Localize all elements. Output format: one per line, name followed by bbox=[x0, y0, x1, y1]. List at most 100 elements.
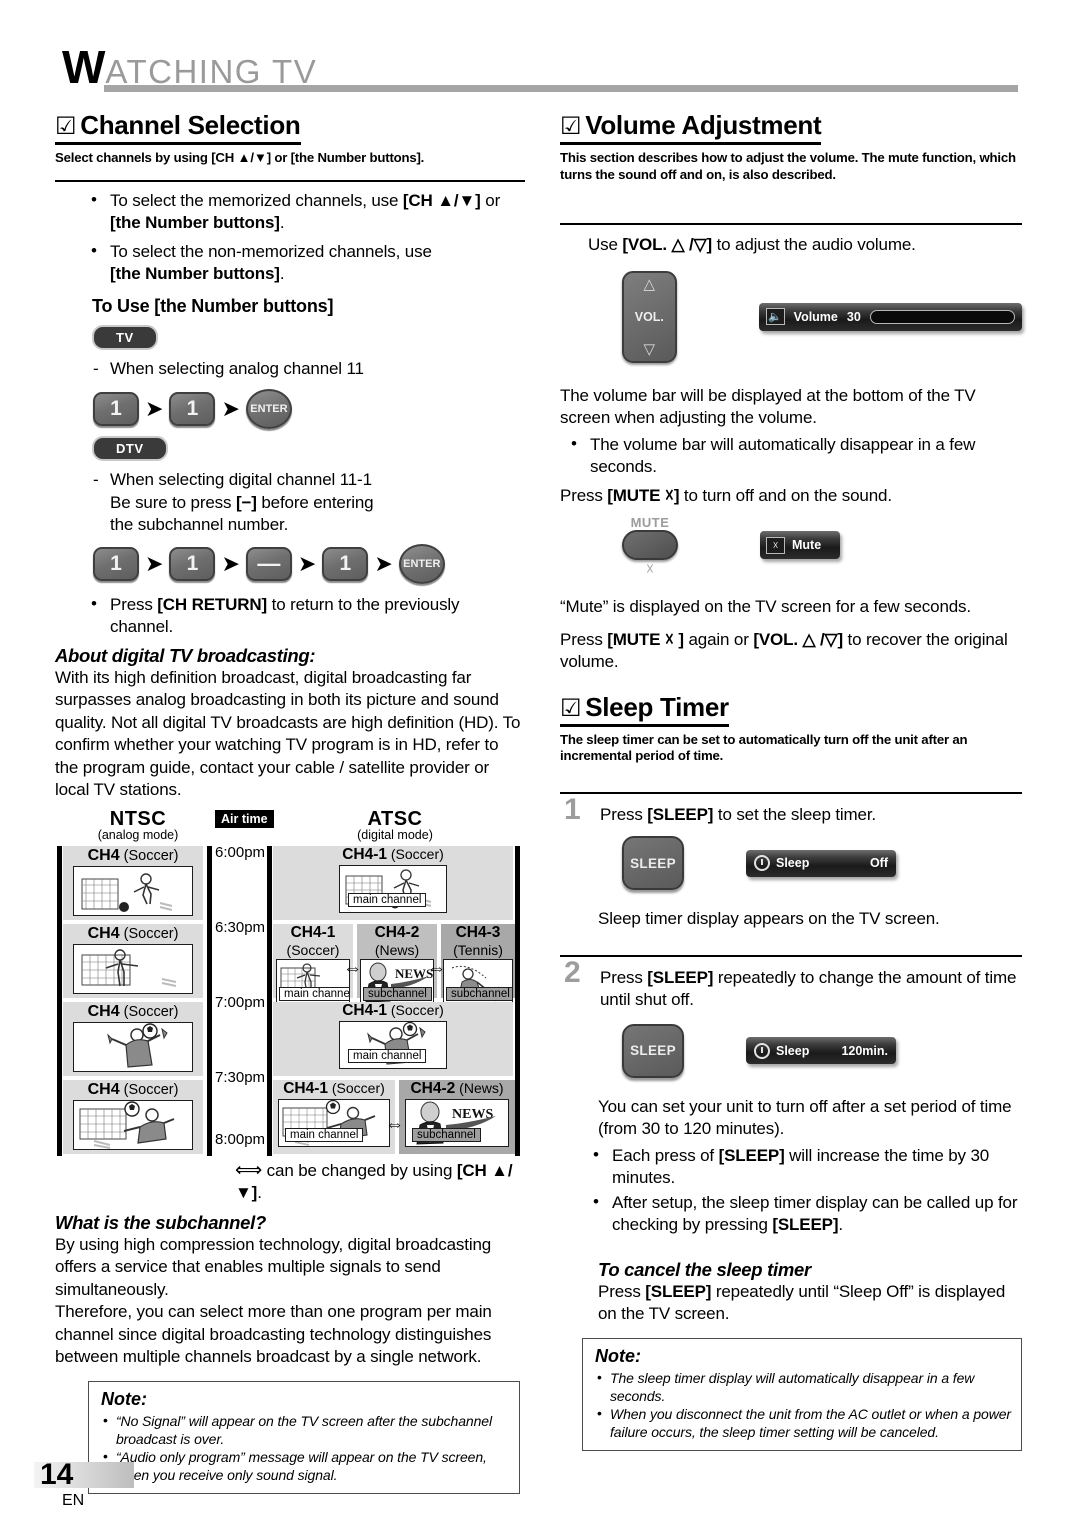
osd-sleep-value: 120min. bbox=[841, 1043, 888, 1058]
vol-rocker-key[interactable]: △ VOL. ▽ bbox=[622, 270, 677, 363]
number-key-1[interactable]: 1 bbox=[322, 546, 369, 581]
section-title-text: Channel Selection bbox=[80, 110, 301, 140]
sleep-after-1: Sleep timer display appears on the TV sc… bbox=[598, 909, 940, 928]
double-arrow-icon: ⇔ bbox=[427, 957, 446, 979]
sleep-step-2: 2 Press [SLEEP] repeatedly to change the… bbox=[564, 955, 1017, 1009]
tag-main-channel: main channel bbox=[348, 892, 427, 907]
time-label: 6:00pm bbox=[215, 843, 266, 861]
atsc-cell-caption: CH4-2 (News) bbox=[410, 1079, 504, 1097]
ntsc-cell-caption: CH4 (Soccer) bbox=[87, 1002, 179, 1020]
bullet-memorized-channels: To select the memorized channels, use [C… bbox=[88, 189, 525, 235]
clock-icon bbox=[754, 1042, 770, 1059]
soccer-illustration-icon: main channel bbox=[339, 864, 447, 913]
sleep-key[interactable]: SLEEP bbox=[622, 1023, 684, 1078]
sleep-step-1: 1 Press [SLEEP] to set the sleep timer. bbox=[564, 792, 877, 826]
osd-sleep-label: Sleep bbox=[776, 856, 810, 870]
about-digital-tv-body: With its high definition broadcast, digi… bbox=[55, 667, 521, 800]
ntsc-cell-caption: CH4 (Soccer) bbox=[87, 846, 179, 864]
osd-sleep-label: Sleep bbox=[776, 1043, 810, 1058]
diagram-ntsc-header: NTSC (analog mode) bbox=[83, 808, 193, 842]
osd-volume-value: 30 bbox=[846, 309, 861, 324]
speaker-icon: 🔈 bbox=[765, 308, 785, 325]
goalkeeper-illustration-icon: main channel bbox=[339, 1020, 447, 1069]
badge-tv: TV bbox=[92, 324, 158, 350]
enter-key[interactable]: ENTER bbox=[398, 543, 445, 584]
rail-right bbox=[515, 845, 520, 1156]
badge-dtv: DTV bbox=[92, 436, 168, 461]
time-label: 7:00pm bbox=[215, 993, 266, 1011]
osd-mute-label: Mute bbox=[792, 538, 822, 552]
tag-main-channel: main channel bbox=[279, 986, 349, 1001]
atsc-cell-main: CH4-1 (Soccer) main channel bbox=[273, 1001, 513, 1076]
number-key-1[interactable]: 1 bbox=[169, 546, 216, 581]
ntsc-cell: CH4 (Soccer) bbox=[63, 1079, 203, 1154]
digital-channel-instruction: When selecting digital channel 11-1 Be s… bbox=[88, 469, 525, 537]
double-arrow-icon: ⟺ bbox=[235, 1159, 263, 1181]
sleep-figure-1: SLEEP Sleep Off bbox=[622, 836, 1022, 890]
badge-dtv-wrap: DTV bbox=[92, 436, 525, 461]
number-key-1[interactable]: 1 bbox=[93, 392, 139, 426]
checkbox-icon: ☑ bbox=[560, 113, 582, 140]
goalkeeper-illustration-icon bbox=[73, 1021, 193, 1072]
tag-subchannel: subchannel bbox=[363, 986, 432, 1001]
checkbox-icon: ☑ bbox=[560, 694, 582, 722]
heading-what-is-subchannel: What is the subchannel? bbox=[55, 1211, 267, 1233]
atsc-cell-caption: CH4-1 (Soccer) bbox=[286, 923, 340, 958]
volume-figure: △ VOL. ▽ 🔈 Volume 30 bbox=[622, 270, 1022, 363]
time-label: 6:30pm bbox=[215, 918, 266, 936]
volume-level-bar bbox=[869, 309, 1015, 324]
double-arrow-icon: ⇔ bbox=[385, 1113, 404, 1135]
vol-up-icon[interactable]: △ bbox=[644, 277, 656, 292]
key-sequence-analog: 1 ➤ 1 ➤ ENTER bbox=[93, 389, 525, 429]
number-key-1[interactable]: 1 bbox=[93, 546, 139, 581]
note-item: “No Signal” will appear on the TV screen… bbox=[101, 1411, 509, 1448]
time-column: 6:00pm 6:30pm 7:00pm 7:30pm 8:00pm bbox=[213, 843, 269, 1156]
mute-key[interactable] bbox=[622, 530, 678, 560]
mute-figure: MUTE ☓ ☓ Mute bbox=[622, 515, 1022, 578]
volume-use-instruction: Use [VOL. △ /▽] to adjust the audio volu… bbox=[588, 235, 916, 254]
volume-bullet-1: The volume bar will automatically disapp… bbox=[568, 433, 1022, 479]
mute-key-label: MUTE bbox=[630, 515, 670, 530]
bullet-ch-return: Press [CH RETURN] to return to the previ… bbox=[88, 593, 525, 639]
diagram-atsc-header: ATSC (digital mode) bbox=[270, 808, 520, 842]
atsc-cell-caption: CH4-1 (Soccer) bbox=[342, 845, 444, 863]
enter-key[interactable]: ENTER bbox=[245, 389, 292, 429]
ntsc-cell: CH4 (Soccer) bbox=[63, 923, 203, 998]
number-key-1[interactable]: 1 bbox=[169, 392, 216, 426]
section-title-text: Sleep Timer bbox=[585, 691, 729, 722]
vol-down-icon[interactable]: ▽ bbox=[644, 342, 656, 357]
section-title-text: Volume Adjustment bbox=[585, 110, 822, 140]
sleep-figure-2: SLEEP Sleep 120min. bbox=[622, 1023, 1022, 1078]
atsc-cell-sub: CH4-2 (News) NEWS subchannel bbox=[357, 923, 437, 1005]
sleep-key[interactable]: SLEEP bbox=[622, 836, 684, 890]
tag-main-channel: main channel bbox=[285, 1127, 364, 1142]
section-heading-channel-selection: ☑ Channel Selection bbox=[55, 110, 301, 145]
subheading-use-number-buttons: To Use [the Number buttons] bbox=[92, 295, 334, 316]
osd-sleep-off: Sleep Off bbox=[746, 849, 896, 877]
osd-sleep-left: Sleep bbox=[754, 855, 809, 871]
ntsc-atsc-diagram: NTSC (analog mode) Air time ATSC (digita… bbox=[55, 808, 521, 1158]
atsc-cell-sub: CH4-3 (Tennis) subchannel bbox=[441, 923, 515, 1005]
atsc-cell-main: CH4-1 (Soccer) main channel bbox=[273, 1079, 395, 1154]
atsc-cell-caption: CH4-3 (Tennis) bbox=[453, 923, 503, 958]
note-title: Note: bbox=[595, 1345, 641, 1366]
diagram-grid: 6:00pm 6:30pm 7:00pm 7:30pm 8:00pm CH4 (… bbox=[55, 843, 521, 1156]
vol-key-label: VOL. bbox=[634, 309, 664, 324]
key-sequence-digital: 1 ➤ 1 ➤ — ➤ 1 ➤ ENTER bbox=[93, 543, 525, 584]
mute-recover-instruction: Press [MUTE ☓ ] again or [VOL. △ /▽] to … bbox=[560, 629, 1008, 672]
volume-paragraph-1: The volume bar will be displayed at the … bbox=[560, 385, 976, 428]
sleep-bullet-1: Each press of [SLEEP] will increase the … bbox=[590, 1144, 1022, 1190]
ntsc-cell-caption: CH4 (Soccer) bbox=[87, 924, 179, 942]
osd-sleep-value: Off bbox=[869, 856, 888, 870]
ntsc-cell: CH4 (Soccer) bbox=[63, 845, 203, 920]
ntsc-subtitle: (analog mode) bbox=[97, 827, 179, 842]
soccer-illustration-icon: main channel bbox=[276, 958, 350, 1005]
note-box-right: Note: The sleep timer display will autom… bbox=[582, 1337, 1022, 1451]
subchannel-paragraph-1: By using high compression technology, di… bbox=[55, 1234, 492, 1299]
soccer-illustration-icon bbox=[73, 865, 193, 916]
divider bbox=[560, 223, 1022, 225]
diagram-footnote: ⟺ can be changed by using [CH ▲/▼]. bbox=[235, 1159, 513, 1203]
atsc-subtitle: (digital mode) bbox=[357, 827, 433, 842]
left-column: ☑ Channel Selection Select channels by us… bbox=[55, 110, 525, 1494]
dash-key[interactable]: — bbox=[245, 546, 292, 581]
